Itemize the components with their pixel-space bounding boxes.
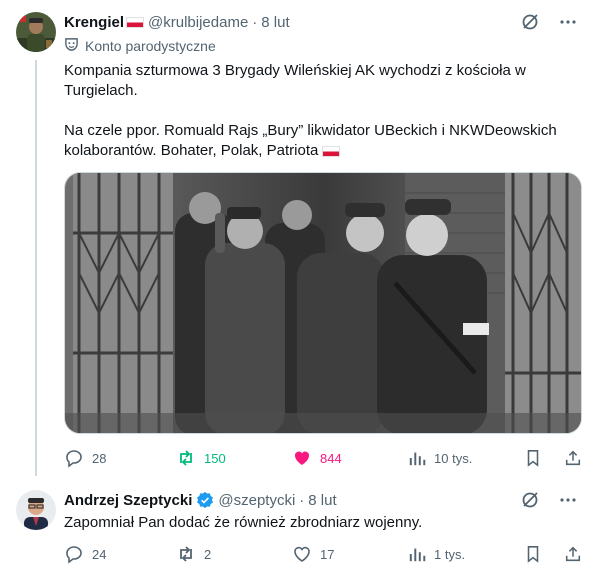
views-count: 10 tys. [434, 450, 473, 466]
author-handle[interactable]: @szeptycki [218, 492, 295, 509]
tweet-text-body: Zapomniał Pan dodać że również zbrodniar… [64, 514, 423, 531]
repost-icon [176, 544, 196, 564]
thread-line [35, 60, 37, 476]
separator-dot: · [252, 13, 258, 31]
tweet-text: Kompania szturmowa 3 Brygady Wileńskiej … [64, 61, 576, 161]
share-icon[interactable] [564, 449, 582, 467]
reply-icon [64, 544, 84, 564]
like-button[interactable]: 844 [292, 448, 408, 468]
separator-dot: · [299, 491, 305, 509]
timestamp[interactable]: 8 lut [261, 14, 289, 31]
author-handle[interactable]: @krulbijedame [148, 14, 248, 31]
bookmark-icon[interactable] [524, 545, 542, 563]
timestamp[interactable]: 8 lut [308, 492, 336, 509]
views-icon [408, 449, 426, 467]
tweet-header: Krengiel @krulbijedame · 8 lut [64, 12, 290, 32]
tweet-header: Andrzej Szeptycki @szeptycki · 8 lut [64, 490, 337, 510]
tweet-header-actions [520, 12, 578, 32]
tweet-actions: 28 150 844 10 tys. [64, 448, 582, 468]
tweet-text: Zapomniał Pan dodać że również zbrodniar… [64, 513, 576, 533]
tweet-header-actions [520, 490, 578, 510]
parody-label: Konto parodystyczne [64, 37, 216, 55]
verified-badge-icon [196, 491, 214, 509]
like-icon [292, 448, 312, 468]
reply-icon [64, 448, 84, 468]
author-name[interactable]: Krengiel [64, 14, 124, 31]
more-icon[interactable] [558, 12, 578, 32]
poland-flag-icon [322, 145, 341, 157]
tweet-actions: 24 2 17 1 tys. [64, 544, 582, 564]
reply-button[interactable]: 24 [64, 544, 176, 564]
parody-mask-icon [64, 37, 79, 55]
parody-label-text: Konto parodystyczne [85, 38, 216, 54]
share-icon[interactable] [564, 545, 582, 563]
repost-button[interactable]: 2 [176, 544, 292, 564]
tweet-photo[interactable] [64, 172, 582, 434]
like-count: 17 [320, 546, 335, 562]
tweet-text-line1: Kompania szturmowa 3 Brygady Wileńskiej … [64, 62, 526, 99]
views-count: 1 tys. [434, 546, 466, 562]
like-count: 844 [320, 450, 342, 466]
views-button[interactable]: 1 tys. [408, 545, 524, 563]
tweet-text-line2: Na czele ppor. Romuald Rajs „Bury” likwi… [64, 122, 557, 159]
poland-flag-icon [126, 16, 145, 28]
like-button[interactable]: 17 [292, 544, 408, 564]
more-icon[interactable] [558, 490, 578, 510]
reply-button[interactable]: 28 [64, 448, 176, 468]
repost-count: 2 [204, 546, 212, 562]
tweet-krengiel[interactable]: Krengiel @krulbijedame · 8 lut Konto par… [0, 0, 598, 482]
tweet-szeptycki[interactable]: Andrzej Szeptycki @szeptycki · 8 lut Zap… [0, 482, 598, 583]
reply-count: 24 [92, 546, 107, 562]
repost-button[interactable]: 150 [176, 448, 292, 468]
like-icon [292, 544, 312, 564]
grok-icon[interactable] [520, 12, 540, 32]
views-icon [408, 545, 426, 563]
bookmark-icon[interactable] [524, 449, 542, 467]
author-name[interactable]: Andrzej Szeptycki [64, 492, 192, 509]
reply-count: 28 [92, 450, 107, 466]
views-button[interactable]: 10 tys. [408, 449, 524, 467]
avatar-krengiel[interactable] [16, 12, 56, 52]
repost-count: 150 [204, 450, 226, 466]
avatar-szeptycki[interactable] [16, 490, 56, 530]
grok-icon[interactable] [520, 490, 540, 510]
repost-icon [176, 448, 196, 468]
